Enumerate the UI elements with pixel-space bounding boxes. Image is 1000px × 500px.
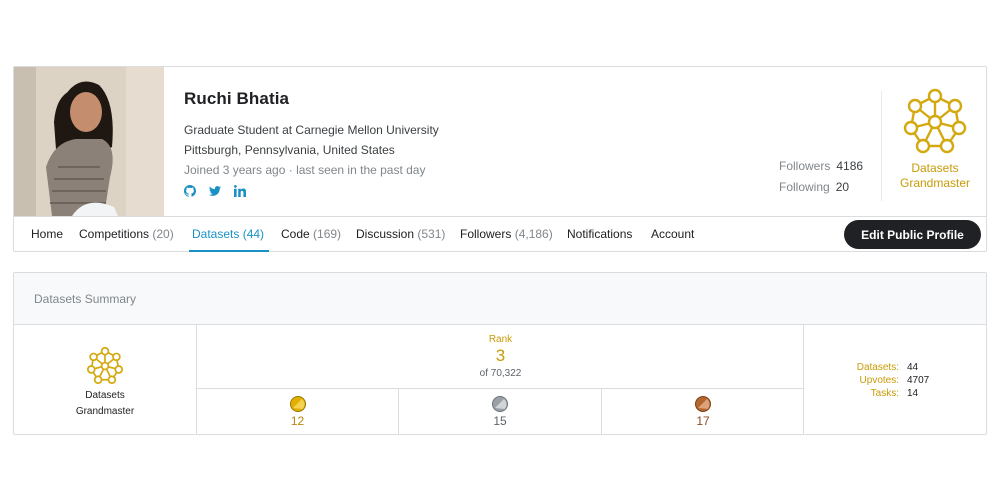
following-stat[interactable]: Following 20 [779, 180, 863, 194]
active-tab-underline [189, 250, 269, 252]
profile-name: Ruchi Bhatia [184, 89, 290, 108]
grandmaster-icon [903, 88, 967, 154]
social-links [184, 185, 439, 197]
silver-medal-icon [492, 396, 508, 412]
profile-card: Ruchi Bhatia Graduate Student at Carnegi… [13, 66, 987, 252]
tier-badge: Datasets Grandmaster [898, 87, 972, 191]
profile-title: Graduate Student at Carnegie Mellon Univ… [184, 123, 439, 137]
rank-label: Rank [488, 334, 513, 345]
bronze-medal-icon [695, 396, 711, 412]
tab-account[interactable]: Account [651, 227, 694, 241]
gold-medal-icon [289, 396, 306, 412]
tab-competitions[interactable]: Competitions (20) [79, 227, 174, 241]
bronze-medal-count: 17 [602, 389, 804, 435]
tab-discussion[interactable]: Discussion (531) [356, 227, 445, 241]
tab-notifications[interactable]: Notifications [567, 227, 632, 241]
profile-info: Ruchi Bhatia Graduate Student at Carnegi… [184, 89, 439, 197]
profile-photo[interactable] [14, 67, 164, 216]
rank-block: Rank 3 of 70,322 [197, 325, 804, 389]
profile-location: Pittsburgh, Pennsylvania, United States [184, 143, 395, 157]
gold-medal-count: 12 [197, 389, 399, 435]
tab-count: (4,186) [514, 227, 553, 241]
silver-medal-count: 15 [399, 389, 602, 435]
tab-label: Competitions [79, 227, 150, 241]
stat-label: Upvotes: [859, 375, 899, 386]
tab-followers[interactable]: Followers (4,186) [460, 227, 553, 241]
stat-value: 14 [907, 388, 919, 399]
stat-value: 4707 [907, 375, 930, 386]
rank-of: of 70,322 [479, 368, 522, 379]
tab-label: Datasets [192, 227, 240, 241]
gold-count: 12 [290, 414, 305, 428]
tab-label: Code [281, 227, 310, 241]
followers-stat[interactable]: Followers 4186 [779, 159, 863, 173]
following-label: Following [779, 180, 830, 194]
stat-value: 44 [907, 362, 919, 373]
stat-label: Datasets: [856, 362, 899, 373]
edit-public-profile-button[interactable]: Edit Public Profile [844, 220, 981, 249]
follow-stats: Followers 4186 Following 20 [779, 159, 863, 201]
silver-count: 15 [493, 414, 507, 428]
datasets-summary-card: Datasets Summary Datasets Grandmaster Ra… [13, 272, 987, 435]
summary-tier-line2: Grandmaster [75, 406, 135, 417]
rank-value: 3 [495, 346, 506, 365]
summary-header: Datasets Summary [14, 273, 986, 325]
followers-value: 4186 [836, 159, 864, 173]
summary-rank-medals: Rank 3 of 70,322 12 15 17 [197, 325, 804, 435]
summary-tier-line1: Datasets [85, 390, 125, 401]
linkedin-icon[interactable] [234, 185, 246, 197]
tab-datasets[interactable]: Datasets (44) [192, 227, 264, 241]
tab-count: (169) [313, 227, 342, 241]
tab-label: Account [651, 227, 695, 241]
profile-tabs: Home Competitions (20) Datasets (44) Cod… [14, 216, 986, 252]
summary-stats: Datasets: 44 Upvotes: 4707 Tasks: 14 [804, 325, 987, 435]
tier-divider [881, 91, 882, 201]
followers-label: Followers [779, 159, 831, 173]
tier-line1: Datasets [911, 161, 959, 175]
tab-label: Notifications [567, 227, 633, 241]
bronze-count: 17 [696, 414, 710, 428]
profile-joined: Joined 3 years ago · last seen in the pa… [184, 163, 426, 177]
tab-code[interactable]: Code (169) [281, 227, 341, 241]
summary-tier: Datasets Grandmaster [14, 325, 197, 435]
tab-label: Discussion [356, 227, 415, 241]
tab-count: (531) [417, 227, 446, 241]
stat-label: Tasks: [870, 388, 899, 399]
github-icon[interactable] [184, 185, 196, 197]
tier-line2: Grandmaster [899, 176, 971, 190]
twitter-icon[interactable] [209, 185, 221, 197]
grandmaster-icon [87, 346, 124, 384]
following-value: 20 [835, 180, 850, 194]
tab-count: (44) [242, 227, 265, 241]
tab-home[interactable]: Home [31, 227, 63, 241]
tab-label: Followers [460, 227, 512, 241]
tab-label: Home [31, 227, 64, 241]
tab-count: (20) [152, 227, 174, 241]
